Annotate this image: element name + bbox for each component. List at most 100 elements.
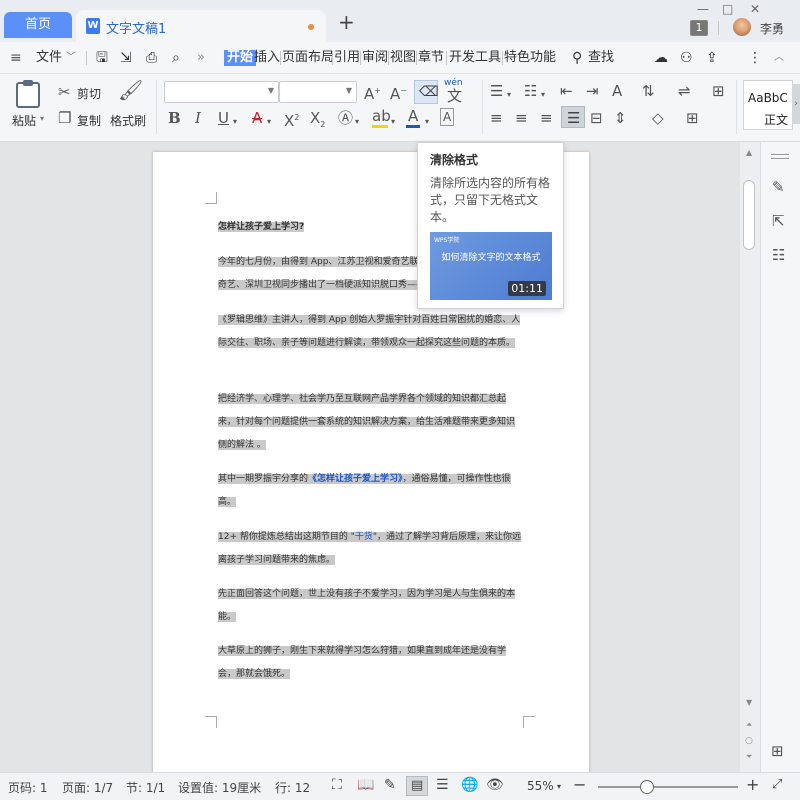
cloud-icon[interactable]: ☁ bbox=[654, 50, 668, 66]
distribute-icon[interactable]: ⊟ bbox=[590, 110, 603, 126]
print-icon[interactable]: ⎙ bbox=[146, 50, 157, 66]
zoom-slider-thumb[interactable] bbox=[640, 780, 654, 794]
select-cursor-icon[interactable]: ⇱ bbox=[772, 212, 785, 230]
web-layout-icon[interactable]: 🌐 bbox=[461, 777, 478, 793]
scroll-thumb[interactable] bbox=[743, 180, 755, 250]
vertical-scrollbar[interactable]: ▲ ▼ ⏶ ○ ⏷ bbox=[740, 142, 760, 772]
status-page[interactable]: 页面: 1/7 bbox=[62, 779, 113, 796]
styles-scroll-icon[interactable]: › bbox=[792, 84, 800, 124]
share-icon[interactable]: ⇪ bbox=[706, 50, 718, 66]
cut-button[interactable]: 剪切 bbox=[77, 85, 101, 102]
format-painter-icon[interactable]: 🖌 bbox=[118, 80, 143, 100]
tab-developer[interactable]: 开发工具 bbox=[449, 50, 501, 66]
chevron-down-icon[interactable]: ▾ bbox=[267, 114, 271, 130]
tab-reference[interactable]: 引用 bbox=[334, 50, 360, 66]
change-case-icon[interactable]: A bbox=[612, 83, 622, 99]
browse-object-icon[interactable]: ○ bbox=[745, 736, 753, 746]
eye-protection-icon[interactable]: 👁 bbox=[486, 777, 504, 793]
scroll-down-icon[interactable]: ▼ bbox=[746, 698, 752, 707]
font-shrink-icon[interactable]: A− bbox=[390, 83, 407, 102]
font-name-combo[interactable]: ▼ bbox=[164, 81, 279, 103]
char-border-icon[interactable]: A bbox=[440, 108, 455, 126]
bullet-list-icon[interactable]: ☰ bbox=[490, 83, 503, 99]
copy-button[interactable]: 复制 bbox=[77, 112, 101, 129]
apps-grid-icon[interactable]: ⊞ bbox=[771, 742, 784, 760]
scroll-up-icon[interactable]: ▲ bbox=[746, 148, 752, 157]
tab-view[interactable]: 视图 bbox=[390, 50, 416, 66]
tab-page-layout[interactable]: 页面布局 bbox=[282, 50, 334, 66]
sort-icon[interactable]: ⇅ bbox=[642, 83, 655, 99]
paste-button[interactable]: 粘贴 bbox=[12, 112, 36, 129]
decrease-indent-icon[interactable]: ⇤ bbox=[560, 83, 573, 99]
text-effect-icon[interactable]: Ⓐ bbox=[338, 110, 353, 126]
style-normal[interactable]: AaBbC 正文 bbox=[743, 80, 793, 130]
avatar[interactable] bbox=[733, 18, 751, 36]
tab-insert[interactable]: 插入 bbox=[254, 50, 280, 66]
font-color-icon[interactable]: A bbox=[408, 108, 418, 124]
collaborate-icon[interactable]: ⚇ bbox=[680, 50, 693, 66]
edit-pen-icon[interactable]: ✎ bbox=[772, 178, 785, 196]
scissors-icon[interactable]: ✂ bbox=[58, 84, 71, 100]
chevron-down-icon[interactable]: ▾ bbox=[40, 114, 44, 123]
font-size-combo[interactable]: ▼ bbox=[279, 81, 357, 103]
next-page-icon[interactable]: ⏷ bbox=[746, 752, 752, 762]
font-grow-icon[interactable]: A+ bbox=[364, 83, 381, 102]
zoom-out-icon[interactable]: − bbox=[573, 775, 586, 794]
collapse-ribbon-icon[interactable]: ︿ bbox=[774, 50, 784, 66]
highlight-icon[interactable]: ab bbox=[372, 108, 391, 124]
align-center-icon[interactable]: ≡ bbox=[515, 110, 528, 126]
close-button[interactable]: ✕ bbox=[750, 2, 760, 16]
show-marks-icon[interactable]: ⇌ bbox=[678, 83, 691, 99]
shading-icon[interactable]: ◇ bbox=[652, 110, 664, 126]
user-name[interactable]: 李勇 bbox=[760, 20, 784, 37]
tab-start[interactable]: 开始 bbox=[224, 50, 257, 66]
paragraph[interactable]: 先正面回答这个问题，世上没有孩子不爱学习，因为学习是人与生俱来的本能。 bbox=[218, 583, 523, 629]
numbered-list-icon[interactable]: ☷ bbox=[524, 83, 537, 99]
tab-chapter[interactable]: 章节 bbox=[418, 50, 444, 66]
justify-button[interactable]: ☰ bbox=[561, 106, 585, 128]
chevron-down-icon[interactable]: ▾ bbox=[557, 782, 561, 791]
increase-indent-icon[interactable]: ⇥ bbox=[586, 83, 599, 99]
zoom-in-icon[interactable]: + bbox=[746, 775, 759, 794]
subscript-icon[interactable]: X2 bbox=[310, 110, 325, 133]
window-count-badge[interactable]: 1 bbox=[690, 20, 708, 36]
status-line[interactable]: 行: 12 bbox=[275, 779, 310, 796]
fit-window-icon[interactable]: ⤢ bbox=[772, 777, 782, 792]
line-spacing-icon[interactable]: ⇕ bbox=[614, 110, 627, 126]
maximize-button[interactable]: □ bbox=[722, 2, 733, 16]
paragraph[interactable]: 其中一期罗振宇分享的《怎样让孩子爱上学习》，通俗易懂，可操作性也很高。 bbox=[218, 468, 523, 514]
clear-format-button[interactable]: ⌫ bbox=[414, 80, 439, 104]
new-tab-button[interactable]: + bbox=[338, 12, 355, 32]
tab-home[interactable]: 首页 bbox=[4, 12, 72, 38]
paragraph[interactable]: 《罗辑思维》主讲人，得到 App 创始人罗振宇针对百姓日常困扰的婚恋、人际交往、… bbox=[218, 309, 523, 355]
paragraph[interactable]: 大草原上的狮子，刚生下来就得学习怎么狩猎，如果直到成年还是没有学会，那就会饿死。 bbox=[218, 640, 523, 686]
print-preview-icon[interactable]: ⌕ bbox=[172, 50, 180, 66]
panel-grip-icon[interactable] bbox=[771, 154, 789, 155]
more-icon[interactable]: » bbox=[197, 50, 205, 66]
strikethrough-icon[interactable]: A bbox=[252, 110, 262, 126]
save-icon[interactable]: 🖫 bbox=[96, 50, 108, 66]
superscript-icon[interactable]: X2 bbox=[284, 110, 299, 129]
format-painter-button[interactable]: 格式刷 bbox=[110, 112, 146, 129]
zoom-level[interactable]: 55% bbox=[527, 779, 554, 793]
tab-review[interactable]: 审阅 bbox=[362, 50, 388, 66]
menu-file[interactable]: 文件 bbox=[36, 50, 62, 66]
chevron-down-icon[interactable]: ﹀ bbox=[66, 50, 76, 66]
paragraph[interactable]: 把经济学、心理学、社会学乃至互联网产品学界各个领域的知识都汇总起来，针对每个问题… bbox=[218, 388, 523, 457]
table-layout-icon[interactable]: ⊞ bbox=[712, 83, 725, 99]
status-page-code[interactable]: 页码: 1 bbox=[8, 779, 48, 796]
fullscreen-icon[interactable]: ⛶ bbox=[332, 777, 342, 793]
minimize-button[interactable]: — bbox=[697, 2, 709, 16]
hamburger-icon[interactable]: ≡ bbox=[10, 50, 22, 66]
prev-page-icon[interactable]: ⏶ bbox=[746, 720, 752, 730]
zoom-slider-track[interactable] bbox=[598, 786, 738, 788]
chevron-down-icon[interactable]: ▾ bbox=[355, 114, 359, 130]
chevron-down-icon[interactable]: ▾ bbox=[507, 87, 511, 103]
underline-icon[interactable]: U bbox=[218, 110, 229, 126]
chevron-down-icon[interactable]: ▾ bbox=[391, 114, 395, 130]
page-view-button[interactable]: ▤ bbox=[406, 776, 428, 796]
search-icon[interactable]: ⚲ bbox=[572, 50, 582, 66]
chevron-down-icon[interactable]: ▾ bbox=[233, 114, 237, 130]
outline-icon[interactable]: ☰ bbox=[436, 777, 449, 793]
more-vertical-icon[interactable]: ⋮ bbox=[748, 50, 762, 66]
